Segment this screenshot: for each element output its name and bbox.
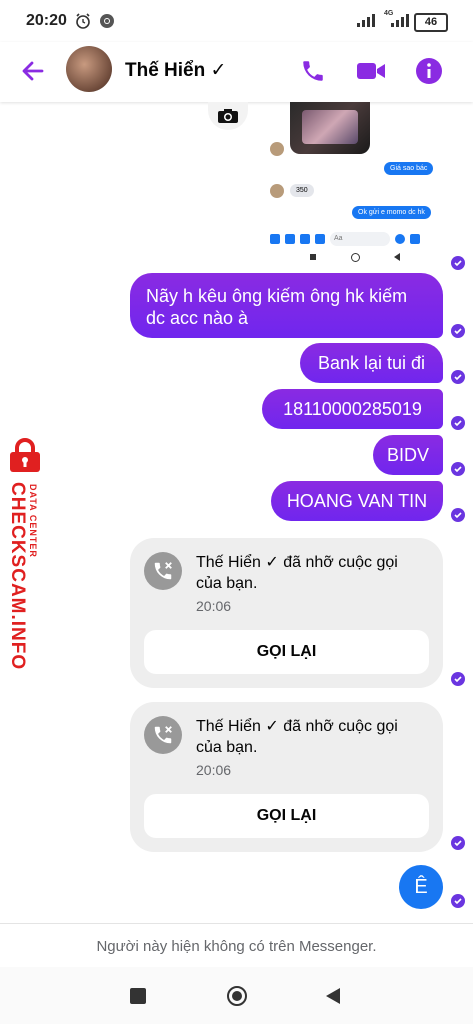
seen-check-icon (451, 370, 465, 384)
avatar[interactable] (66, 46, 112, 92)
embedded-composer: Aa (270, 230, 440, 248)
seen-check-icon (451, 416, 465, 430)
home-button[interactable] (226, 985, 248, 1007)
missed-call-card: Thế Hiển ✓ đã nhỡ cuộc gọi của bạn. 20:0… (130, 702, 443, 852)
recents-button[interactable] (130, 988, 146, 1004)
battery-level: 46 (424, 16, 438, 28)
shared-photo[interactable] (290, 102, 370, 154)
like-icon (410, 234, 420, 244)
message-bubble[interactable]: HOANG VAN TIN (271, 481, 443, 521)
back-arrow-icon[interactable] (16, 54, 50, 88)
grid-icon (270, 234, 280, 244)
battery-icon: 46 (414, 13, 448, 32)
conversation-header: Thế Hiển ✓ (0, 42, 473, 102)
message-bubble[interactable]: 18110000285019 (262, 389, 443, 429)
back-button[interactable] (324, 987, 342, 1005)
missed-call-time: 20:06 (196, 762, 232, 778)
mic-icon (315, 234, 325, 244)
status-bar: 20:20 4G 46 (0, 0, 473, 42)
camera-icon (285, 234, 295, 244)
contact-name[interactable]: Thế Hiển ✓ (125, 59, 226, 82)
seen-check-icon (451, 508, 465, 522)
square-icon (310, 254, 316, 260)
phone-call-icon[interactable] (296, 54, 330, 88)
seen-check-icon (451, 836, 465, 850)
watermark-text: CHECKSCAM.INFO (7, 482, 28, 671)
seen-check-icon (451, 894, 465, 908)
message-bubble[interactable]: Nãy h kêu ông kiếm ông hk kiếm dc acc nà… (130, 273, 443, 338)
embedded-nav (310, 252, 400, 262)
message-bubble[interactable]: Bank lại tui đi (300, 343, 443, 383)
embedded-message: 350 (290, 184, 314, 197)
lock-icon (2, 438, 48, 479)
seen-check-icon (451, 462, 465, 476)
message-bubble[interactable]: BIDV (373, 435, 443, 475)
missed-call-icon (144, 552, 182, 590)
system-nav-bar (0, 967, 473, 1024)
unavailable-notice: Người này hiện không có trên Messenger. (0, 923, 473, 968)
call-back-button[interactable]: GỌI LẠI (144, 630, 429, 674)
embedded-screenshot: Giá sao bác 350 Ok gửi e momo dc hk Aa (200, 102, 473, 262)
message-bubble[interactable]: Ê (399, 865, 443, 909)
watermark: CHECKSCAM.INFO DATA CENTER (0, 438, 50, 671)
missed-call-text: Thế Hiển ✓ đã nhỡ cuộc gọi của bạn. (196, 718, 398, 756)
missed-call-icon (144, 716, 182, 754)
status-time: 20:20 (26, 12, 67, 29)
emoji-icon (395, 234, 405, 244)
chrome-icon (98, 12, 116, 30)
call-back-button[interactable]: GỌI LẠI (144, 794, 429, 838)
seen-check-icon (451, 324, 465, 338)
photo-content (302, 110, 358, 144)
signal-icon-2 (390, 12, 410, 30)
triangle-icon (394, 253, 400, 261)
embedded-message: Ok gửi e momo dc hk (352, 206, 431, 219)
circle-icon (350, 252, 360, 262)
embedded-input: Aa (330, 232, 390, 246)
seen-check-icon (451, 672, 465, 686)
signal-icon (356, 12, 376, 30)
sender-avatar (270, 184, 284, 198)
video-call-icon[interactable] (354, 54, 388, 88)
alarm-icon (74, 12, 92, 30)
missed-call-text: Thế Hiển ✓ đã nhỡ cuộc gọi của bạn. (196, 554, 398, 592)
missed-call-card: Thế Hiển ✓ đã nhỡ cuộc gọi của bạn. 20:0… (130, 538, 443, 688)
embedded-message: Giá sao bác (384, 162, 434, 175)
watermark-subtext: DATA CENTER (28, 484, 38, 558)
seen-check-icon (451, 256, 465, 270)
missed-call-time: 20:06 (196, 598, 232, 614)
info-icon[interactable] (412, 54, 446, 88)
sender-avatar (270, 142, 284, 156)
camera-icon (208, 102, 248, 130)
image-icon (300, 234, 310, 244)
